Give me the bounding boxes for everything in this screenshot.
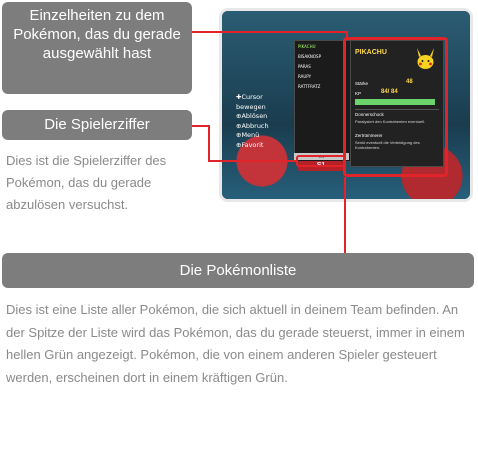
connector-line — [192, 125, 209, 127]
control-line: ⊕Menü — [236, 131, 260, 139]
list-item[interactable]: RAUPY — [298, 73, 311, 81]
detail-highlight-frame — [343, 37, 448, 177]
control-line: ⊕Favorit — [236, 140, 264, 149]
connector-line — [192, 31, 348, 33]
selected-pokemon-label: Einzelheiten zu dem Pokémon, das du gera… — [2, 2, 192, 94]
player-number-description: Dies ist die Spielerziffer des Pokémon, … — [6, 153, 167, 212]
control-line: ✚Cursor — [236, 93, 263, 101]
pokemon-list-label: Die Pokémonliste — [2, 253, 474, 288]
player-number-highlight — [296, 155, 346, 167]
list-item[interactable]: PIKACHU — [298, 43, 316, 51]
connector-line — [344, 177, 346, 253]
list-item[interactable]: PARAS — [298, 63, 311, 71]
pokemon-list-description: Dies ist eine Liste aller Pokémon, die s… — [6, 302, 465, 385]
control-line: ⊕Abbruch — [236, 121, 269, 130]
connector-line — [208, 160, 298, 162]
control-line: bewegen — [236, 102, 266, 111]
list-item[interactable]: RATTFRATZ — [298, 83, 320, 91]
player-number-label: Die Spielerziffer — [2, 110, 192, 140]
controls-legend: ✚Cursor bewegen ⊕Ablösen ⊕Abbruch ⊕Menü … — [236, 93, 296, 150]
control-line: ⊕Ablösen — [236, 112, 268, 120]
list-item[interactable]: BISAKNOSP — [298, 53, 321, 61]
connector-line — [346, 31, 348, 39]
connector-line — [208, 125, 210, 161]
